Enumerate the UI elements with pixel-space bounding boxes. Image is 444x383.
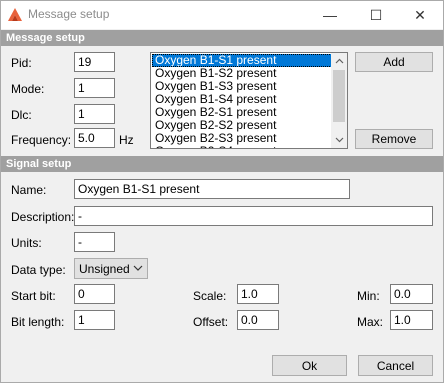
offset-label: Offset:: [193, 315, 229, 329]
minimize-icon: —: [323, 7, 337, 23]
scroll-thumb[interactable]: [333, 70, 345, 122]
signal-setup-header: Signal setup: [1, 156, 443, 172]
window-title: Message setup: [28, 7, 110, 21]
title-bar[interactable]: Message setup — ☐ ✕: [1, 1, 443, 29]
bit-length-label: Bit length:: [11, 315, 65, 329]
cancel-button[interactable]: Cancel: [358, 355, 433, 376]
signal-list-items: Oxygen B1-S1 present Oxygen B1-S2 present…: [152, 54, 332, 149]
name-label: Name:: [11, 183, 47, 197]
mode-label: Mode:: [11, 82, 45, 96]
add-button[interactable]: Add: [355, 52, 433, 72]
maximize-icon: ☐: [369, 6, 383, 23]
data-type-label: Data type:: [11, 263, 66, 277]
chevron-up-icon: [335, 58, 343, 64]
app-logo-icon: [8, 8, 22, 21]
frequency-label: Frequency:: [11, 133, 72, 147]
minimize-button[interactable]: —: [307, 1, 353, 29]
min-input[interactable]: 0.0: [390, 284, 433, 304]
pid-input[interactable]: 19: [74, 52, 115, 72]
offset-input[interactable]: 0.0: [237, 310, 279, 330]
dlc-input[interactable]: 1: [74, 104, 115, 124]
scroll-up-button[interactable]: [331, 53, 347, 69]
data-type-select[interactable]: Unsigned: [74, 258, 148, 279]
message-setup-window: Message setup — ☐ ✕ Message setup Pid: 1…: [0, 0, 444, 383]
name-input[interactable]: Oxygen B1-S1 present: [74, 179, 350, 199]
description-input[interactable]: -: [74, 206, 433, 226]
pid-label: Pid:: [11, 56, 32, 70]
min-label: Min:: [357, 289, 380, 303]
chevron-down-icon: [133, 265, 143, 271]
dlc-label: Dlc:: [11, 108, 32, 122]
data-type-value: Unsigned: [79, 262, 130, 276]
max-label: Max:: [357, 315, 384, 329]
signal-list-scrollbar[interactable]: [331, 53, 347, 148]
scale-input[interactable]: 1.0: [237, 284, 279, 304]
start-bit-label: Start bit:: [11, 289, 56, 303]
scale-label: Scale:: [193, 289, 227, 303]
close-icon: ✕: [414, 6, 426, 23]
start-bit-input[interactable]: 0: [74, 284, 115, 304]
message-setup-header: Message setup: [1, 30, 443, 46]
max-input[interactable]: 1.0: [390, 310, 433, 330]
maximize-button[interactable]: ☐: [353, 1, 399, 29]
remove-button[interactable]: Remove: [355, 129, 433, 149]
signal-list[interactable]: Oxygen B1-S1 present Oxygen B1-S2 present…: [150, 52, 348, 149]
description-label: Description:: [11, 210, 75, 224]
mode-input[interactable]: 1: [74, 78, 115, 98]
units-label: Units:: [11, 236, 42, 250]
frequency-input[interactable]: 5.0: [74, 128, 115, 148]
signal-list-item[interactable]: Oxygen B2-S4 present: [152, 145, 332, 149]
bit-length-input[interactable]: 1: [74, 310, 115, 330]
ok-button[interactable]: Ok: [272, 355, 347, 376]
units-input[interactable]: -: [74, 232, 115, 252]
chevron-down-icon: [335, 137, 343, 143]
frequency-unit: Hz: [119, 133, 134, 147]
scroll-down-button[interactable]: [331, 132, 347, 148]
close-button[interactable]: ✕: [397, 1, 443, 29]
